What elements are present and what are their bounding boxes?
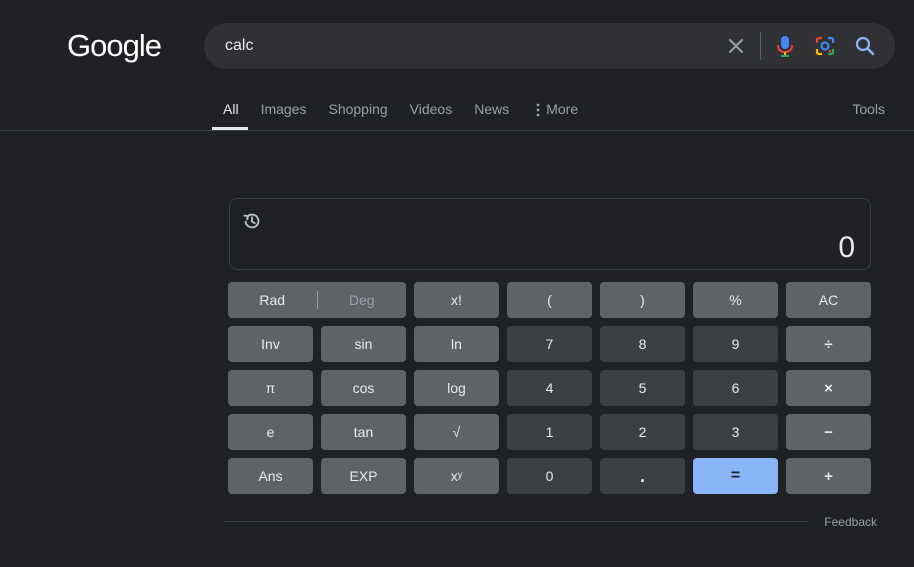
more-vert-icon: [536, 103, 540, 117]
multiply-button[interactable]: ×: [786, 370, 871, 406]
feedback-link[interactable]: Feedback: [824, 515, 877, 529]
digit-8-button[interactable]: 8: [600, 326, 685, 362]
tab-label: Shopping: [328, 101, 388, 117]
camera-lens-icon: [815, 36, 835, 56]
microphone-icon: [777, 36, 793, 57]
tab-videos[interactable]: Videos: [410, 90, 453, 130]
minus-button[interactable]: −: [786, 414, 871, 450]
log-button[interactable]: log: [414, 370, 499, 406]
digit-3-button[interactable]: 3: [693, 414, 778, 450]
tab-label: More: [546, 101, 579, 117]
tab-more[interactable]: More: [536, 90, 578, 130]
search-input[interactable]: [204, 23, 716, 69]
calculator-result: 0: [838, 231, 855, 264]
search-bar: [204, 23, 895, 69]
plus-button[interactable]: +: [786, 458, 871, 494]
tab-label: Images: [260, 101, 307, 117]
power-button[interactable]: xʸ: [414, 458, 499, 494]
history-icon[interactable]: [241, 210, 263, 232]
search-icon: [855, 36, 875, 56]
decimal-point-button[interactable]: .: [600, 458, 685, 494]
sqrt-button[interactable]: √: [414, 414, 499, 450]
tab-shopping[interactable]: Shopping: [328, 90, 387, 130]
row2-left: Inv sin: [228, 326, 406, 362]
rad-button[interactable]: Rad: [228, 292, 317, 308]
digit-4-button[interactable]: 4: [507, 370, 592, 406]
equals-button[interactable]: =: [693, 458, 778, 494]
divide-button[interactable]: ÷: [786, 326, 871, 362]
calculator-keypad: Rad Deg x! ( ) % AC Inv sin ln 7 8 9 ÷ π…: [228, 282, 871, 494]
digit-9-button[interactable]: 9: [693, 326, 778, 362]
footer-divider: [224, 521, 808, 522]
tab-label: All: [223, 101, 239, 117]
tab-label: News: [474, 101, 510, 117]
row4-left: e tan: [228, 414, 406, 450]
inverse-button[interactable]: Inv: [228, 326, 313, 362]
page: Google calc All Images Shopping Videos N…: [0, 0, 914, 567]
cos-button[interactable]: cos: [321, 370, 406, 406]
rad-deg-toggle: Rad Deg: [228, 282, 406, 318]
clear-button[interactable]: [716, 23, 756, 69]
search-divider: [760, 32, 761, 60]
tools-button[interactable]: Tools: [852, 101, 885, 117]
exp-button[interactable]: EXP: [321, 458, 406, 494]
pi-button[interactable]: π: [228, 370, 313, 406]
search-tabs: All Images Shopping Videos News More: [212, 90, 600, 130]
digit-0-button[interactable]: 0: [507, 458, 592, 494]
sin-button[interactable]: sin: [321, 326, 406, 362]
percent-button[interactable]: %: [693, 282, 778, 318]
right-paren-button[interactable]: ): [600, 282, 685, 318]
deg-button[interactable]: Deg: [318, 292, 407, 308]
row3-left: π cos: [228, 370, 406, 406]
calculator-display: 0: [229, 198, 871, 270]
answer-button[interactable]: Ans: [228, 458, 313, 494]
tab-label: Videos: [409, 101, 453, 117]
tab-news[interactable]: News: [474, 90, 509, 130]
factorial-button[interactable]: x!: [414, 282, 499, 318]
ln-button[interactable]: ln: [414, 326, 499, 362]
digit-5-button[interactable]: 5: [600, 370, 685, 406]
lens-search-button[interactable]: [805, 23, 845, 69]
left-paren-button[interactable]: (: [507, 282, 592, 318]
digit-2-button[interactable]: 2: [600, 414, 685, 450]
close-icon: [729, 39, 743, 53]
tan-button[interactable]: tan: [321, 414, 406, 450]
tabs-divider: [0, 130, 914, 131]
row5-left: Ans EXP: [228, 458, 406, 494]
euler-button[interactable]: e: [228, 414, 313, 450]
digit-1-button[interactable]: 1: [507, 414, 592, 450]
all-clear-button[interactable]: AC: [786, 282, 871, 318]
digit-7-button[interactable]: 7: [507, 326, 592, 362]
digit-6-button[interactable]: 6: [693, 370, 778, 406]
voice-search-button[interactable]: [765, 23, 805, 69]
google-logo[interactable]: Google: [67, 28, 162, 64]
tab-images[interactable]: Images: [261, 90, 307, 130]
tab-all[interactable]: All: [212, 90, 248, 130]
search-button[interactable]: [845, 23, 885, 69]
